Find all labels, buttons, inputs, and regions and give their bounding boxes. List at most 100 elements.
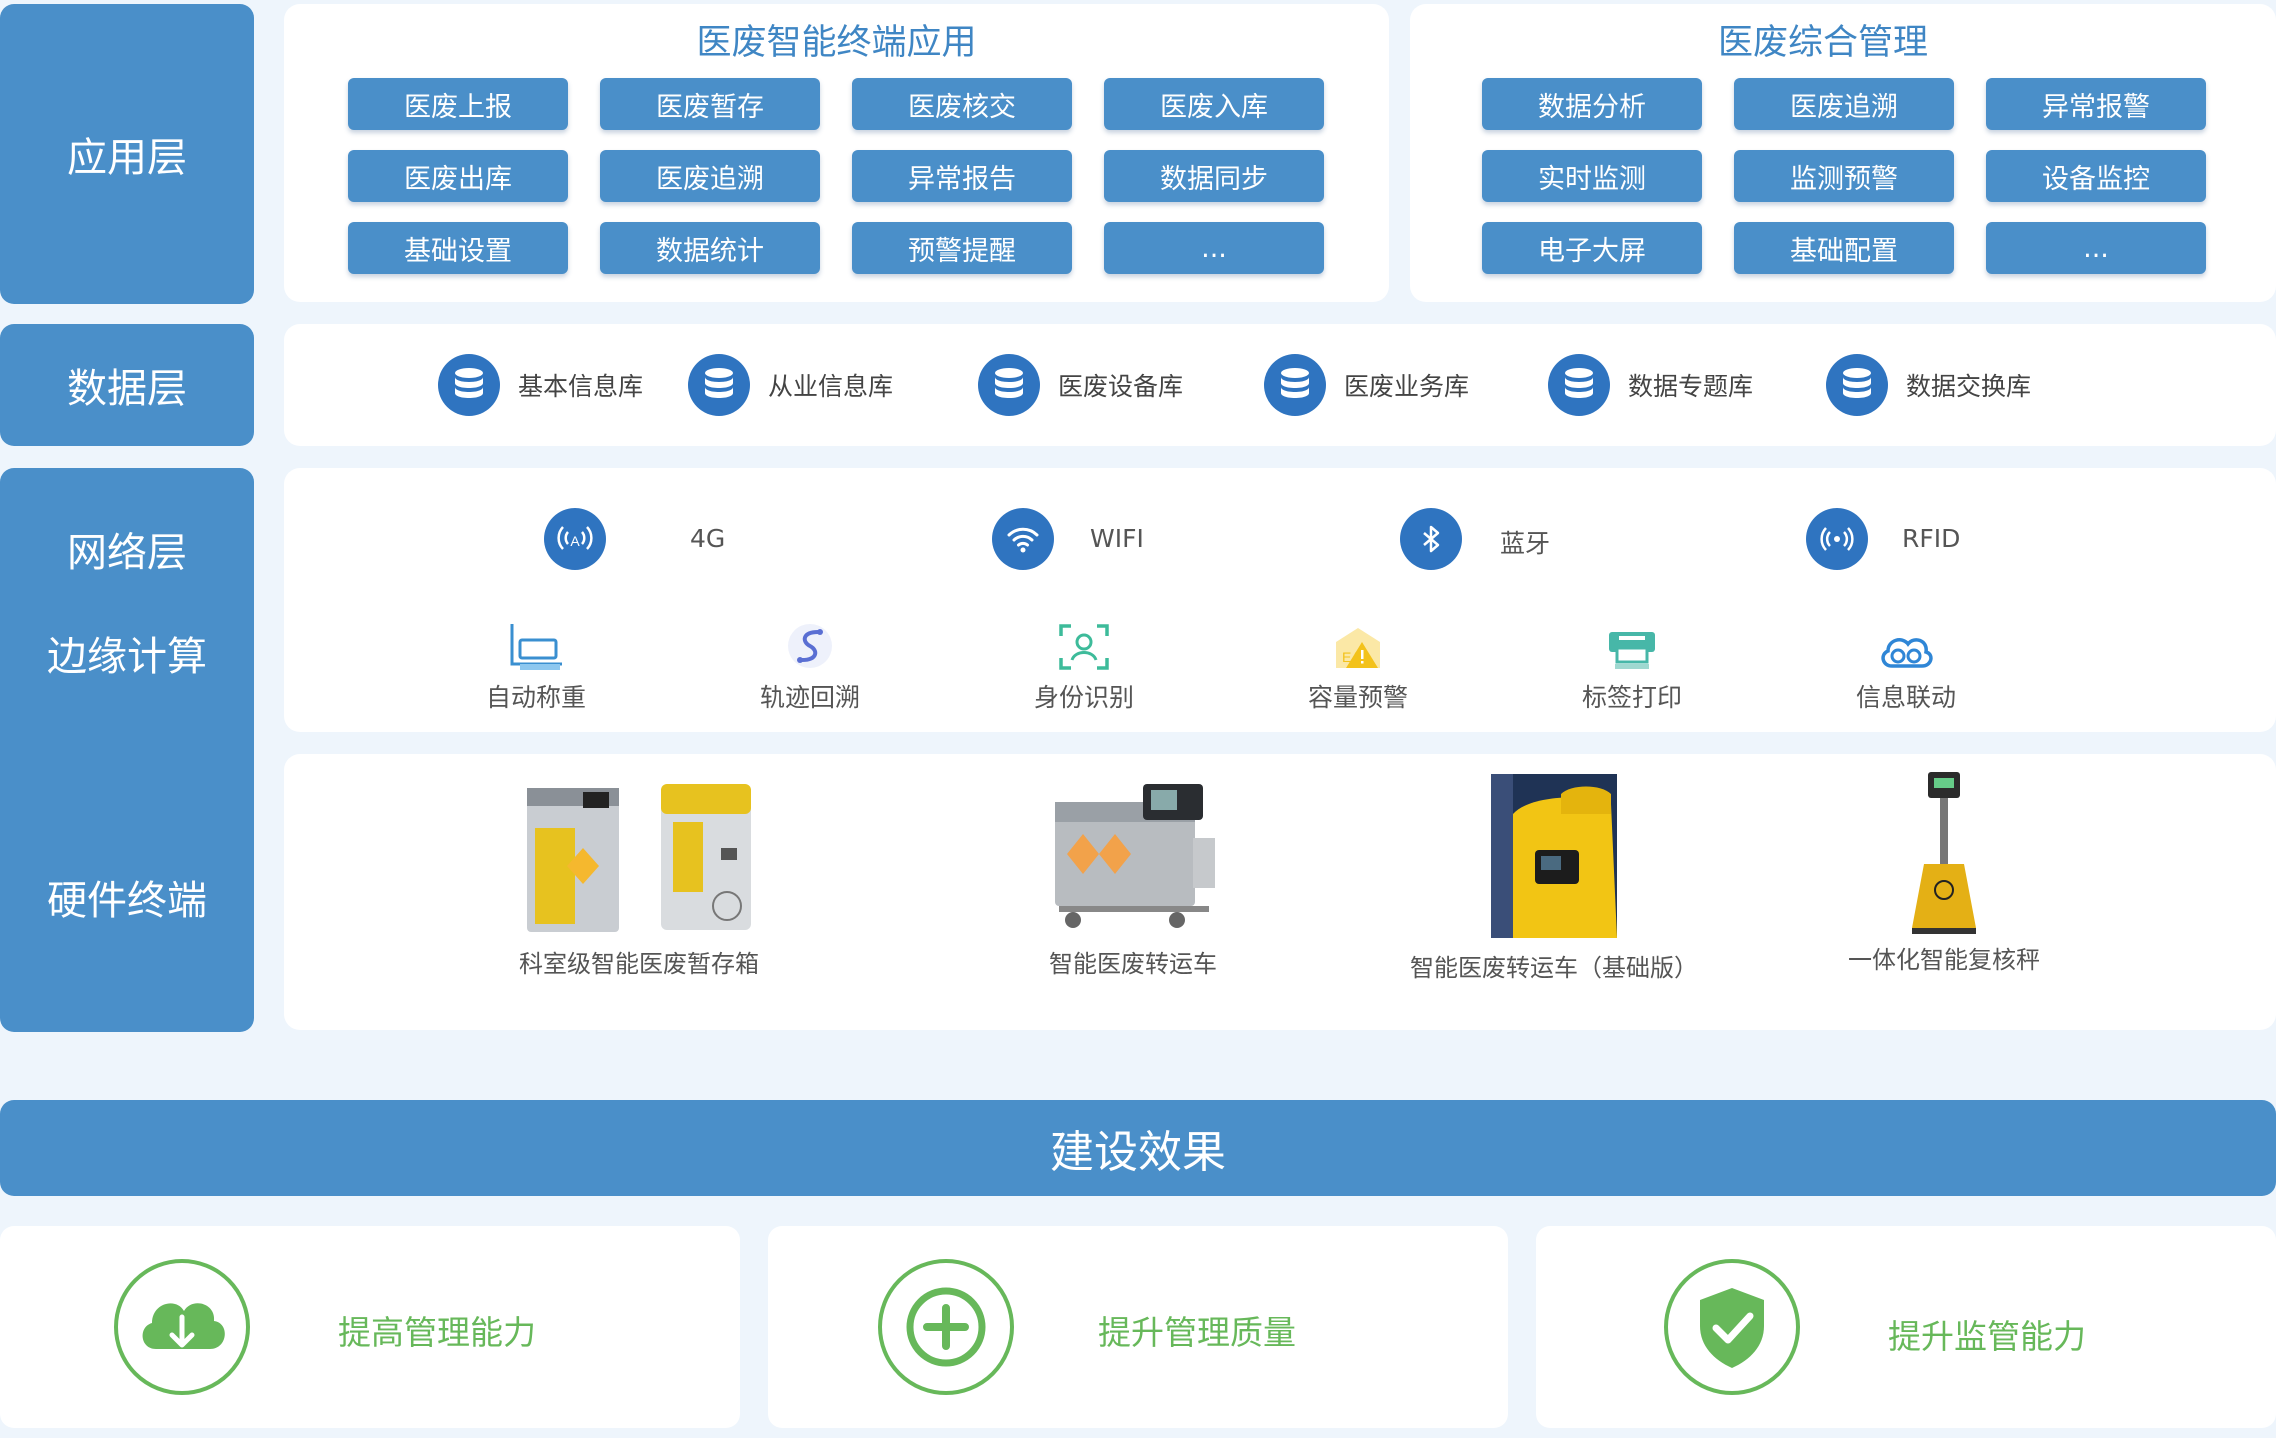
btn-more-terminal[interactable]: ... [1104,222,1324,274]
storage-box-image [527,784,751,932]
edge-item-label-print: 标签打印 [1532,616,1732,714]
edge-item-auto-weigh: 自动称重 [436,616,636,714]
db-label: 基本信息库 [518,372,644,401]
hw-label: 一体化智能复核秤 [1848,946,2040,974]
wifi-icon [992,508,1054,570]
effect-label: 提升管理质量 [1098,1313,1296,1352]
network-edge-panel: A 4G WIFI 蓝牙 RFID 自动称重 轨迹回溯 身份识别 EA 容量预警… [284,468,2276,732]
svg-text:EA: EA [1342,649,1361,665]
layer-label-network: 网络层 [67,530,187,576]
db-label: 医废设备库 [1058,372,1184,401]
edge-label: 自动称重 [485,683,586,712]
btn-exception-report[interactable]: 异常报告 [852,150,1072,202]
database-icon [1548,354,1610,416]
edge-item-track-trace: 轨迹回溯 [710,616,910,714]
app-terminal-title: 医废智能终端应用 [696,23,977,63]
layer-label-application: 应用层 [0,4,254,304]
network-label-rfid: RFID [1902,524,1961,553]
btn-waste-outbound[interactable]: 医废出库 [348,150,568,202]
hw-label: 智能医废转运车 [1049,950,1217,978]
edge-item-capacity-alert: EA 容量预警 [1258,616,1458,714]
btn-more-management[interactable]: ... [1986,222,2206,274]
effect-card-management: 提高管理能力 [0,1226,740,1428]
app-management-panel: 医废综合管理 数据分析 医废追溯 异常报警 实时监测 监测预警 设备监控 电子大… [1410,4,2276,302]
effect-label: 提升监管能力 [1888,1317,2086,1356]
db-practitioner-info: 从业信息库 [688,354,893,416]
scale-icon [436,616,636,672]
btn-device-monitor[interactable]: 设备监控 [1986,150,2206,202]
db-label: 数据交换库 [1906,372,2032,401]
review-scale-image [1912,772,1976,934]
btn-waste-inbound[interactable]: 医废入库 [1104,78,1324,130]
shield-check-icon [1664,1259,1800,1395]
hw-review-scale: 一体化智能复核秤 [1804,772,2084,975]
app-terminal-panel: 医废智能终端应用 医废上报 医废暂存 医废核交 医废入库 医废出库 医废追溯 异… [284,4,1389,302]
edge-label: 信息联动 [1855,683,1956,712]
db-data-topic: 数据专题库 [1548,354,1753,416]
printer-icon [1532,616,1732,672]
btn-big-screen[interactable]: 电子大屏 [1482,222,1702,274]
btn-data-sync[interactable]: 数据同步 [1104,150,1324,202]
effect-label: 提高管理能力 [338,1313,536,1352]
hw-transport-cart: 智能医废转运车 [1008,778,1258,979]
db-waste-device: 医废设备库 [978,354,1183,416]
hw-label: 智能医废转运车（基础版） [1410,954,1698,982]
edge-label: 身份识别 [1033,683,1134,712]
edge-item-identity: 身份识别 [984,616,1184,714]
hw-storage-box: 科室级智能医废暂存箱 [494,778,784,979]
db-basic-info: 基本信息库 [438,354,643,416]
plus-circle-icon [878,1259,1014,1395]
btn-basic-config[interactable]: 基础配置 [1734,222,1954,274]
db-waste-business: 医废业务库 [1264,354,1469,416]
btn-basic-settings[interactable]: 基础设置 [348,222,568,274]
layer-label-data: 数据层 [0,324,254,446]
effect-card-quality: 提升管理质量 [768,1226,1508,1428]
bluetooth-icon [1400,508,1462,570]
edge-item-info-link: 信息联动 [1806,616,2006,714]
edge-label: 轨迹回溯 [759,683,860,712]
data-layer-panel: 基本信息库 从业信息库 医废设备库 医废业务库 数据专题库 数据交换库 [284,324,2276,446]
hw-transport-cart-basic: 智能医废转运车（基础版） [1384,774,1724,983]
antenna-icon: A [544,508,606,570]
btn-monitor-alert[interactable]: 监测预警 [1734,150,1954,202]
transport-cart-image [1055,784,1215,928]
network-label-bluetooth: 蓝牙 [1500,529,1551,558]
route-icon [710,616,910,672]
btn-waste-trace[interactable]: 医废追溯 [600,150,820,202]
layer-label-network-edge-hardware: 网络层 边缘计算 硬件终端 [0,468,254,1032]
network-label-wifi: WIFI [1090,524,1144,553]
database-icon [688,354,750,416]
network-label-4g: 4G [690,524,726,553]
layer-label-text: 数据层 [67,366,187,412]
effect-title-bar: 建设效果 [0,1100,2276,1196]
btn-mgmt-trace[interactable]: 医废追溯 [1734,78,1954,130]
layer-label-edge: 边缘计算 [47,634,207,680]
btn-waste-storage[interactable]: 医废暂存 [600,78,820,130]
app-management-title: 医废综合管理 [1717,23,1928,63]
effect-title: 建设效果 [1050,1127,1226,1178]
transport-cart-basic-image [1491,774,1617,938]
database-icon [978,354,1040,416]
cloud-download-icon [114,1259,250,1395]
cloud-link-icon [1806,616,2006,672]
btn-data-statistics[interactable]: 数据统计 [600,222,820,274]
edge-label: 标签打印 [1581,683,1682,712]
effect-card-supervision: 提升监管能力 [1536,1226,2276,1428]
db-label: 从业信息库 [768,372,894,401]
db-label: 数据专题库 [1628,372,1754,401]
btn-waste-report[interactable]: 医废上报 [348,78,568,130]
svg-text:A: A [570,533,580,549]
hardware-panel: 科室级智能医废暂存箱 智能医废转运车 智能医废转运车（基础版） 一体化智能复核秤 [284,754,2276,1030]
database-icon [1826,354,1888,416]
face-id-icon [984,616,1184,672]
db-data-exchange: 数据交换库 [1826,354,2031,416]
layer-label-text: 应用层 [67,135,187,181]
layer-label-hardware: 硬件终端 [47,878,207,924]
btn-alert-reminder[interactable]: 预警提醒 [852,222,1072,274]
warning-icon: EA [1258,616,1458,672]
rfid-icon [1806,508,1868,570]
btn-waste-verify[interactable]: 医废核交 [852,78,1072,130]
btn-data-analysis[interactable]: 数据分析 [1482,78,1702,130]
btn-realtime-monitor[interactable]: 实时监测 [1482,150,1702,202]
btn-exception-alarm[interactable]: 异常报警 [1986,78,2206,130]
